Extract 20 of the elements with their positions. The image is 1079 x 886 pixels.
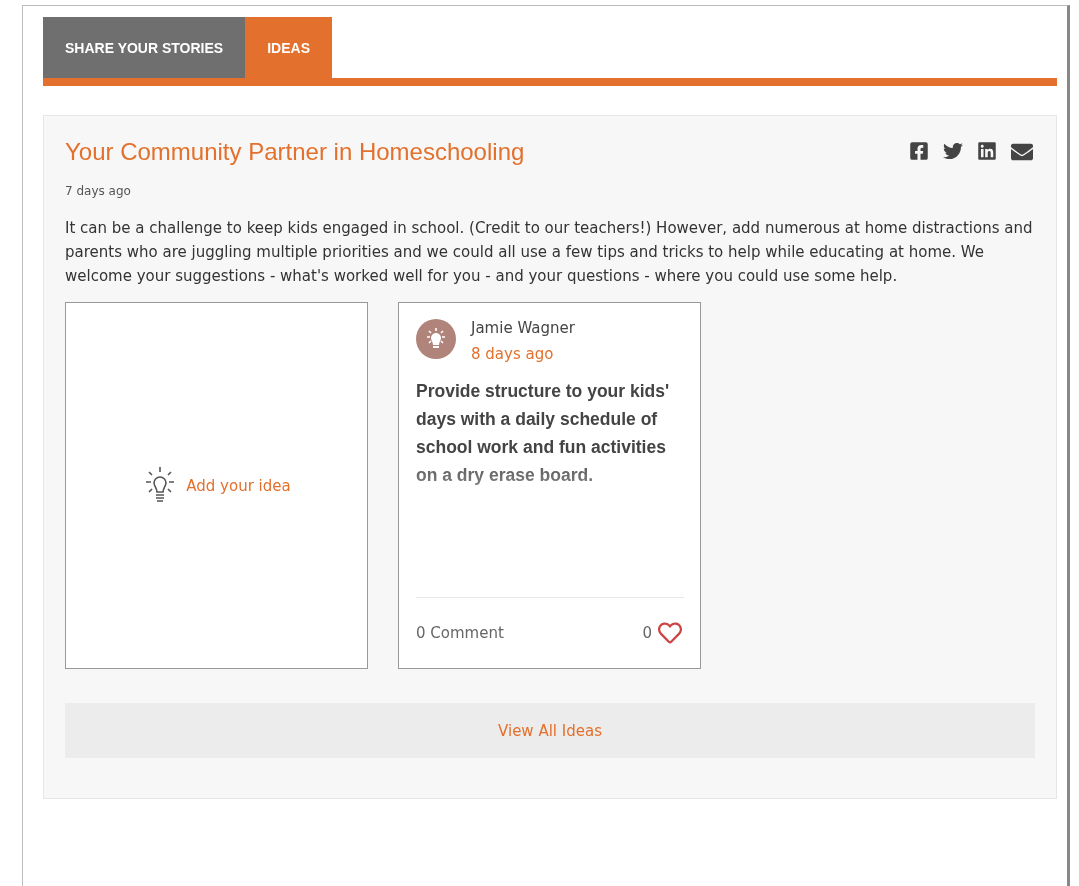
view-all-button[interactable]: View All Ideas: [65, 703, 1035, 758]
twitter-icon[interactable]: [943, 141, 963, 161]
lightbulb-icon: [424, 327, 448, 351]
heart-icon[interactable]: [658, 621, 682, 645]
author-name: Jamie Wagner: [471, 319, 575, 337]
tab[interactable]: SHARE YOUR STORIES: [43, 17, 246, 78]
facebook-icon[interactable]: [909, 141, 929, 161]
add-idea-link[interactable]: Add your idea: [186, 476, 291, 495]
tab[interactable]: IDEAS: [245, 17, 332, 78]
linkedin-icon[interactable]: [977, 141, 997, 161]
mail-icon[interactable]: [1011, 141, 1033, 163]
post-body: It can be a challenge to keep kids engaged in school. (Credit to our teachers!) However, add numerous at home distractions and parents who are juggling multiple priorities and we could all use a few tips and tricks to help while educating at home. We welcome your suggestions - what's worked well for you - and your questions - where you could use some help.: [65, 218, 1034, 287]
idea-text: Provide structure to your kids' days with a daily schedule of school work and fun activities on a dry erase board.: [416, 380, 671, 487]
add-idea-card[interactable]: Add your idea: [65, 302, 368, 669]
post-title: Your Community Partner in Homeschooling: [65, 138, 525, 166]
like-count: 0: [642, 624, 652, 642]
idea-card[interactable]: Jamie Wagner 8 days ago Provide structure to your kids' days with a daily schedule of school work and fun activities on a dry erase board. 0 Comment 0: [398, 302, 701, 669]
comment-count[interactable]: 0 Comment: [416, 624, 504, 642]
post-time: 7 days ago: [65, 184, 132, 198]
idea-time: 8 days ago: [471, 345, 555, 363]
